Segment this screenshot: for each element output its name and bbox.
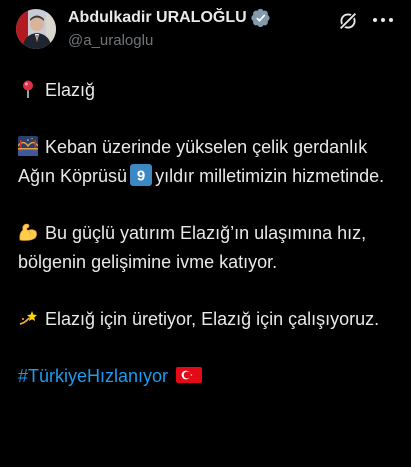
tweet-line-hashtag: #TürkiyeHızlanıyor [18, 362, 404, 391]
bridge-at-night-icon [18, 136, 38, 156]
tweet-text-line: Bu güçlü yatırım Elazığ’ın ulaşımına hız… [18, 223, 367, 272]
tweet-text-line: Elazığ [45, 80, 96, 100]
tweet-text-line: Elazığ için üretiyor, Elazığ için çalışı… [45, 309, 380, 329]
round-pushpin-icon [23, 80, 33, 98]
grok-icon[interactable] [337, 10, 359, 32]
tweet-line-location: Elazığ [18, 76, 404, 105]
tweet-text-line: yıldır milletimizin hizmetinde. [155, 166, 385, 186]
more-options-icon[interactable] [370, 11, 396, 29]
keycap-9-label: 9 [137, 168, 145, 185]
tweet-line-work: Elazığ için üretiyor, Elazığ için çalışı… [18, 305, 404, 334]
flexed-biceps-icon [19, 223, 37, 241]
avatar[interactable] [16, 9, 56, 49]
dizzy-icon [19, 311, 37, 325]
handle[interactable]: @a_uraloglu [68, 32, 153, 49]
tweet-text: Elazığ Keban üzerinde yükselen çelik ger… [18, 76, 404, 391]
verified-badge-icon [251, 8, 270, 28]
display-name[interactable]: Abdulkadir URALOĞLU [68, 9, 247, 27]
tweet-line-bridge: Keban üzerinde yükselen çelik gerdanlık … [18, 133, 404, 191]
hashtag-link[interactable]: #TürkiyeHızlanıyor [18, 366, 168, 386]
turkey-flag-icon [176, 367, 203, 383]
tweet-line-investment: Bu güçlü yatırım Elazığ’ın ulaşımına hız… [18, 219, 404, 277]
name-row: Abdulkadir URALOĞLU [68, 8, 271, 28]
keycap-9-icon: 9 [130, 164, 153, 186]
tweet-header: Abdulkadir URALOĞLU @a_uraloglu [0, 0, 411, 70]
